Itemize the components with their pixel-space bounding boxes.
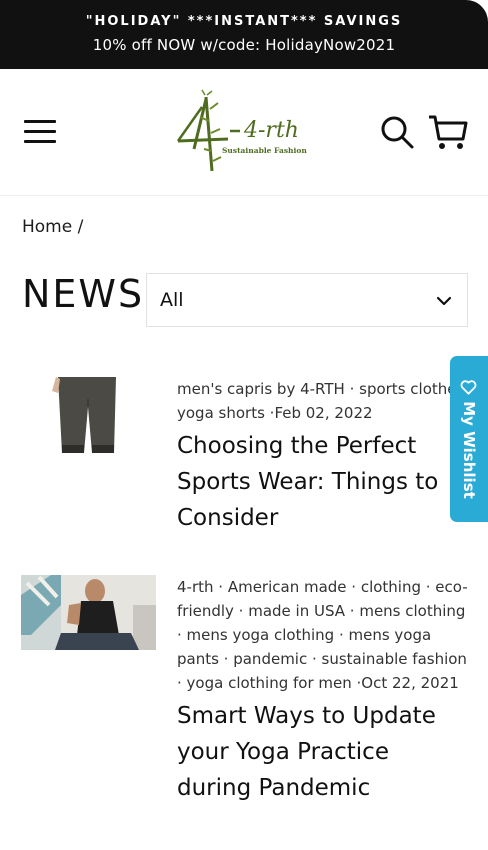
wishlist-label: My Wishlist <box>460 401 478 499</box>
page-title: NEWS <box>22 272 145 316</box>
tag-filter-value: All <box>160 289 184 311</box>
cart-icon[interactable] <box>426 113 470 151</box>
article-title-link[interactable]: Choosing the Perfect Sports Wear: Things… <box>177 428 469 536</box>
article-thumbnail[interactable] <box>21 575 156 650</box>
breadcrumb-home-link[interactable]: Home <box>22 217 72 237</box>
tag-filter-select[interactable]: All <box>146 273 468 327</box>
announcement-line-1: "HOLIDAY" ***INSTANT*** SAVINGS <box>85 14 403 29</box>
wishlist-tab[interactable]: My Wishlist <box>450 356 488 522</box>
announcement-line-2: 10% off NOW w/code: HolidayNow2021 <box>92 36 396 54</box>
article-tags: 4-rth · American made · clothing · eco-f… <box>177 575 469 695</box>
menu-icon-bar <box>24 130 56 133</box>
menu-button[interactable] <box>22 118 58 146</box>
brand-logo[interactable]: 4-rth Sustainable Fashion <box>172 89 320 179</box>
menu-icon-bar <box>24 120 56 123</box>
breadcrumb-separator: / <box>77 217 84 237</box>
article-date: Feb 02, 2022 <box>274 404 373 422</box>
menu-icon-bar <box>24 140 56 143</box>
article-date: Oct 22, 2021 <box>361 674 459 692</box>
article-thumbnail[interactable] <box>48 377 126 453</box>
chevron-down-icon <box>436 296 452 306</box>
wishlist-tab-content: My Wishlist <box>460 379 478 499</box>
site-header: 4-rth Sustainable Fashion <box>0 69 488 196</box>
search-icon[interactable] <box>378 113 416 151</box>
article-title-link[interactable]: Smart Ways to Update your Yoga Practice … <box>177 698 469 806</box>
breadcrumb: Home / <box>22 217 83 237</box>
announcement-bar: "HOLIDAY" ***INSTANT*** SAVINGS 10% off … <box>0 0 488 69</box>
logo-wordmark: 4-rth <box>243 118 299 143</box>
article-item: men's capris by 4-RTH · sports clothes ·… <box>0 376 488 546</box>
article-item: 4-rth · American made · clothing · eco-f… <box>0 574 488 814</box>
heart-icon <box>461 380 477 395</box>
logo-tagline: Sustainable Fashion <box>222 146 307 155</box>
article-tags: men's capris by 4-RTH · sports clothes ·… <box>177 377 477 425</box>
